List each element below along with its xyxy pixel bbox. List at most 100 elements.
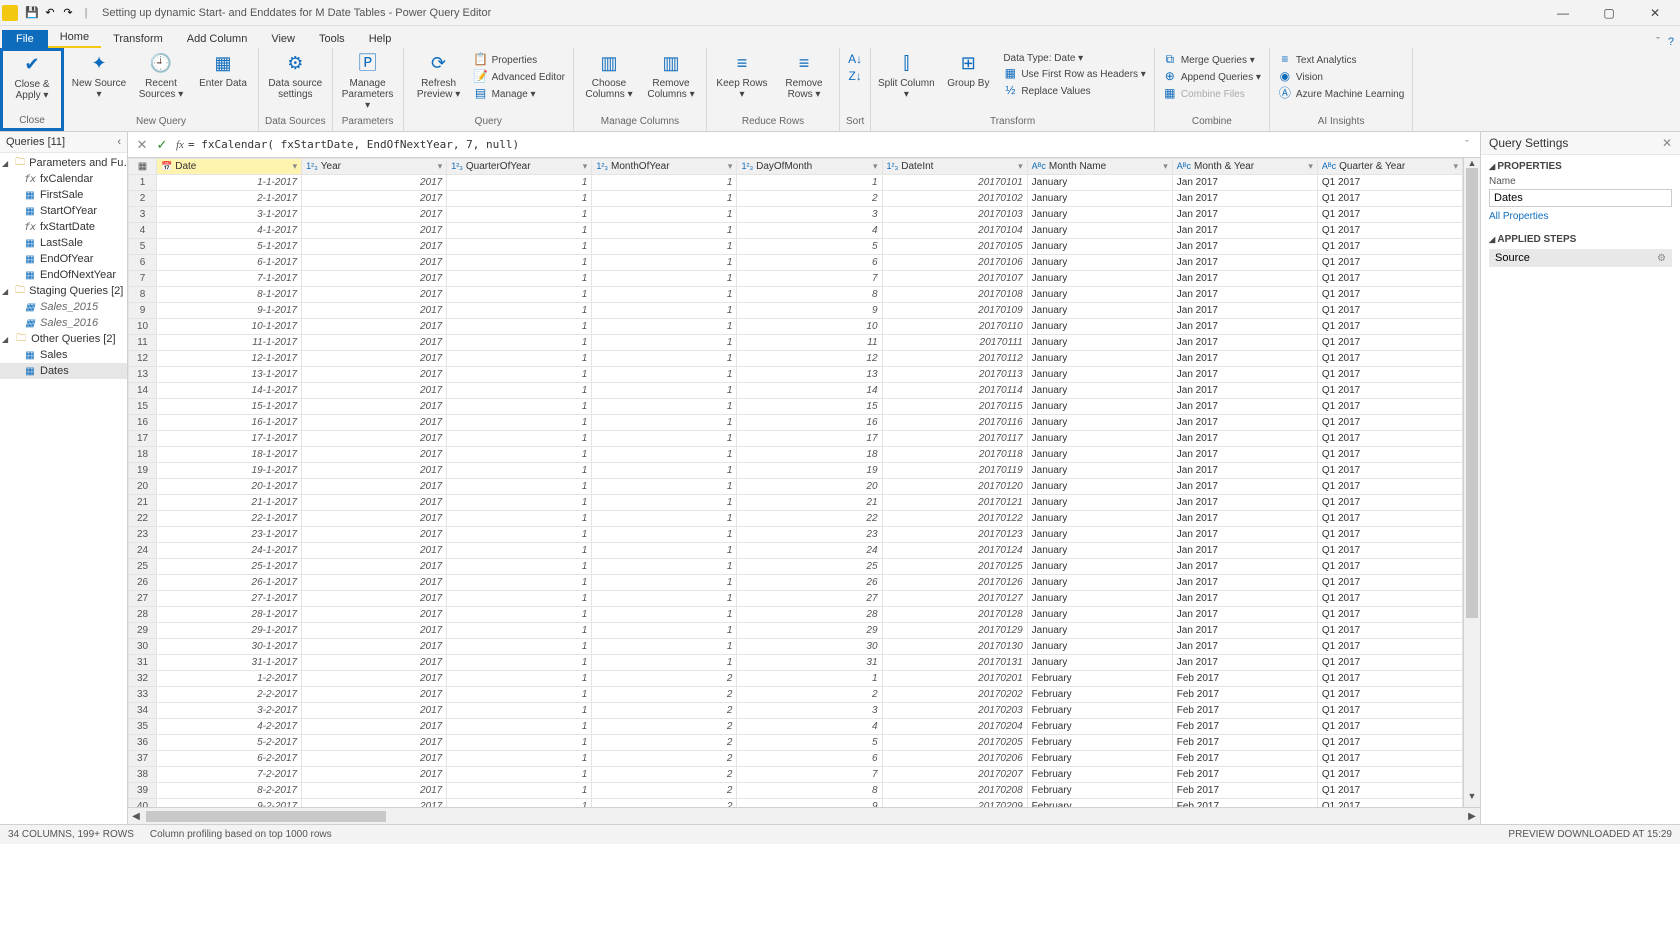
cell[interactable]: 1 [447, 239, 592, 255]
cell[interactable]: 1 [737, 175, 882, 191]
cell[interactable]: 20170129 [882, 623, 1027, 639]
cell[interactable]: Feb 2017 [1172, 783, 1317, 799]
cell[interactable]: Q1 2017 [1317, 463, 1462, 479]
cell[interactable]: 23 [737, 527, 882, 543]
row-number-cell[interactable]: 27 [129, 591, 157, 607]
cell[interactable]: Jan 2017 [1172, 239, 1317, 255]
cell[interactable]: January [1027, 447, 1172, 463]
cell[interactable]: Jan 2017 [1172, 191, 1317, 207]
cell[interactable]: 20170126 [882, 575, 1027, 591]
filter-dropdown-icon[interactable]: ▾ [873, 161, 878, 172]
cell[interactable]: 1 [592, 495, 737, 511]
datatype-icon[interactable]: Aᴮc [1032, 161, 1046, 171]
cell[interactable]: Feb 2017 [1172, 703, 1317, 719]
cell[interactable]: 20170125 [882, 559, 1027, 575]
cell[interactable]: 2017 [302, 271, 447, 287]
cell[interactable]: 1 [592, 399, 737, 415]
cell[interactable]: 2017 [302, 527, 447, 543]
row-number-cell[interactable]: 40 [129, 799, 157, 808]
cell[interactable]: 9-1-2017 [157, 303, 302, 319]
cell[interactable]: Jan 2017 [1172, 431, 1317, 447]
cell[interactable]: 2017 [302, 367, 447, 383]
cell[interactable]: January [1027, 255, 1172, 271]
cell[interactable]: 2017 [302, 575, 447, 591]
cell[interactable]: Q1 2017 [1317, 671, 1462, 687]
cell[interactable]: January [1027, 351, 1172, 367]
cell[interactable]: January [1027, 511, 1172, 527]
cell[interactable]: 1 [447, 543, 592, 559]
cell[interactable]: February [1027, 687, 1172, 703]
cell[interactable]: 9-2-2017 [157, 799, 302, 808]
cell[interactable]: 2017 [302, 319, 447, 335]
cell[interactable]: Q1 2017 [1317, 559, 1462, 575]
cell[interactable]: Q1 2017 [1317, 783, 1462, 799]
cell[interactable]: Feb 2017 [1172, 751, 1317, 767]
row-number-cell[interactable]: 23 [129, 527, 157, 543]
redo-icon[interactable]: ↷ [60, 5, 76, 21]
help-icon[interactable]: ? [1668, 36, 1674, 48]
cell[interactable]: 1 [447, 527, 592, 543]
table-row[interactable]: 1212-1-20172017111220170112JanuaryJan 20… [129, 351, 1463, 367]
cell[interactable]: 1 [447, 575, 592, 591]
cell[interactable]: 20170205 [882, 735, 1027, 751]
cell[interactable]: 20170107 [882, 271, 1027, 287]
cell[interactable]: January [1027, 479, 1172, 495]
cell[interactable]: Jan 2017 [1172, 303, 1317, 319]
cell[interactable]: Jan 2017 [1172, 543, 1317, 559]
cell[interactable]: 2017 [302, 175, 447, 191]
cell[interactable]: 20170111 [882, 335, 1027, 351]
cell[interactable]: 29 [737, 623, 882, 639]
sort-asc-button[interactable]: A↓ [846, 52, 864, 68]
table-row[interactable]: 354-2-2017201712420170204FebruaryFeb 201… [129, 719, 1463, 735]
query-name-input[interactable] [1489, 189, 1672, 207]
table-row[interactable]: 1717-1-20172017111720170117JanuaryJan 20… [129, 431, 1463, 447]
row-number-cell[interactable]: 18 [129, 447, 157, 463]
cell[interactable]: 1 [447, 415, 592, 431]
cell[interactable]: 1 [447, 735, 592, 751]
cell[interactable]: Jan 2017 [1172, 255, 1317, 271]
cell[interactable]: January [1027, 431, 1172, 447]
cell[interactable]: Q1 2017 [1317, 543, 1462, 559]
cell[interactable]: 1 [447, 767, 592, 783]
cell[interactable]: 1 [592, 335, 737, 351]
cell[interactable]: Q1 2017 [1317, 319, 1462, 335]
cell[interactable]: 4-1-2017 [157, 223, 302, 239]
row-number-cell[interactable]: 24 [129, 543, 157, 559]
column-header[interactable]: 1²₃QuarterOfYear▾ [447, 159, 592, 175]
query-item[interactable]: fxfxCalendar [0, 171, 127, 187]
remove-rows-button[interactable]: ≡Remove Rows ▾ [775, 50, 833, 112]
table-row[interactable]: 2525-1-20172017112520170125JanuaryJan 20… [129, 559, 1463, 575]
table-row[interactable]: 66-1-2017201711620170106JanuaryJan 2017Q… [129, 255, 1463, 271]
cell[interactable]: 10 [737, 319, 882, 335]
undo-icon[interactable]: ↶ [42, 5, 58, 21]
cell[interactable]: 2017 [302, 415, 447, 431]
table-row[interactable]: 2121-1-20172017112120170121JanuaryJan 20… [129, 495, 1463, 511]
table-row[interactable]: 321-2-2017201712120170201FebruaryFeb 201… [129, 671, 1463, 687]
cell[interactable]: 28-1-2017 [157, 607, 302, 623]
cell[interactable]: February [1027, 751, 1172, 767]
accept-formula-icon[interactable]: ✓ [152, 137, 172, 153]
cell[interactable]: 20170209 [882, 799, 1027, 808]
filter-dropdown-icon[interactable]: ▾ [728, 161, 733, 172]
cell[interactable]: Q1 2017 [1317, 623, 1462, 639]
table-row[interactable]: 11-1-2017201711120170101JanuaryJan 2017Q… [129, 175, 1463, 191]
row-number-cell[interactable]: 35 [129, 719, 157, 735]
cell[interactable]: Jan 2017 [1172, 335, 1317, 351]
cell[interactable]: Feb 2017 [1172, 735, 1317, 751]
scroll-down-icon[interactable]: ▼ [1464, 791, 1480, 807]
cell[interactable]: 8-1-2017 [157, 287, 302, 303]
cell[interactable]: 1 [447, 639, 592, 655]
cell[interactable]: January [1027, 559, 1172, 575]
cell[interactable]: 14-1-2017 [157, 383, 302, 399]
cell[interactable]: Q1 2017 [1317, 207, 1462, 223]
cell[interactable]: Q1 2017 [1317, 287, 1462, 303]
cell[interactable]: 1 [592, 191, 737, 207]
collapse-panel-icon[interactable]: ‹ [117, 136, 121, 148]
cell[interactable]: 1 [592, 223, 737, 239]
cell[interactable]: 20170206 [882, 751, 1027, 767]
cell[interactable]: 1 [447, 495, 592, 511]
cell[interactable]: 6 [737, 751, 882, 767]
cell[interactable]: 20170127 [882, 591, 1027, 607]
query-group[interactable]: 🗀Parameters and Fu… [0, 155, 127, 171]
filter-dropdown-icon[interactable]: ▾ [1453, 161, 1458, 172]
